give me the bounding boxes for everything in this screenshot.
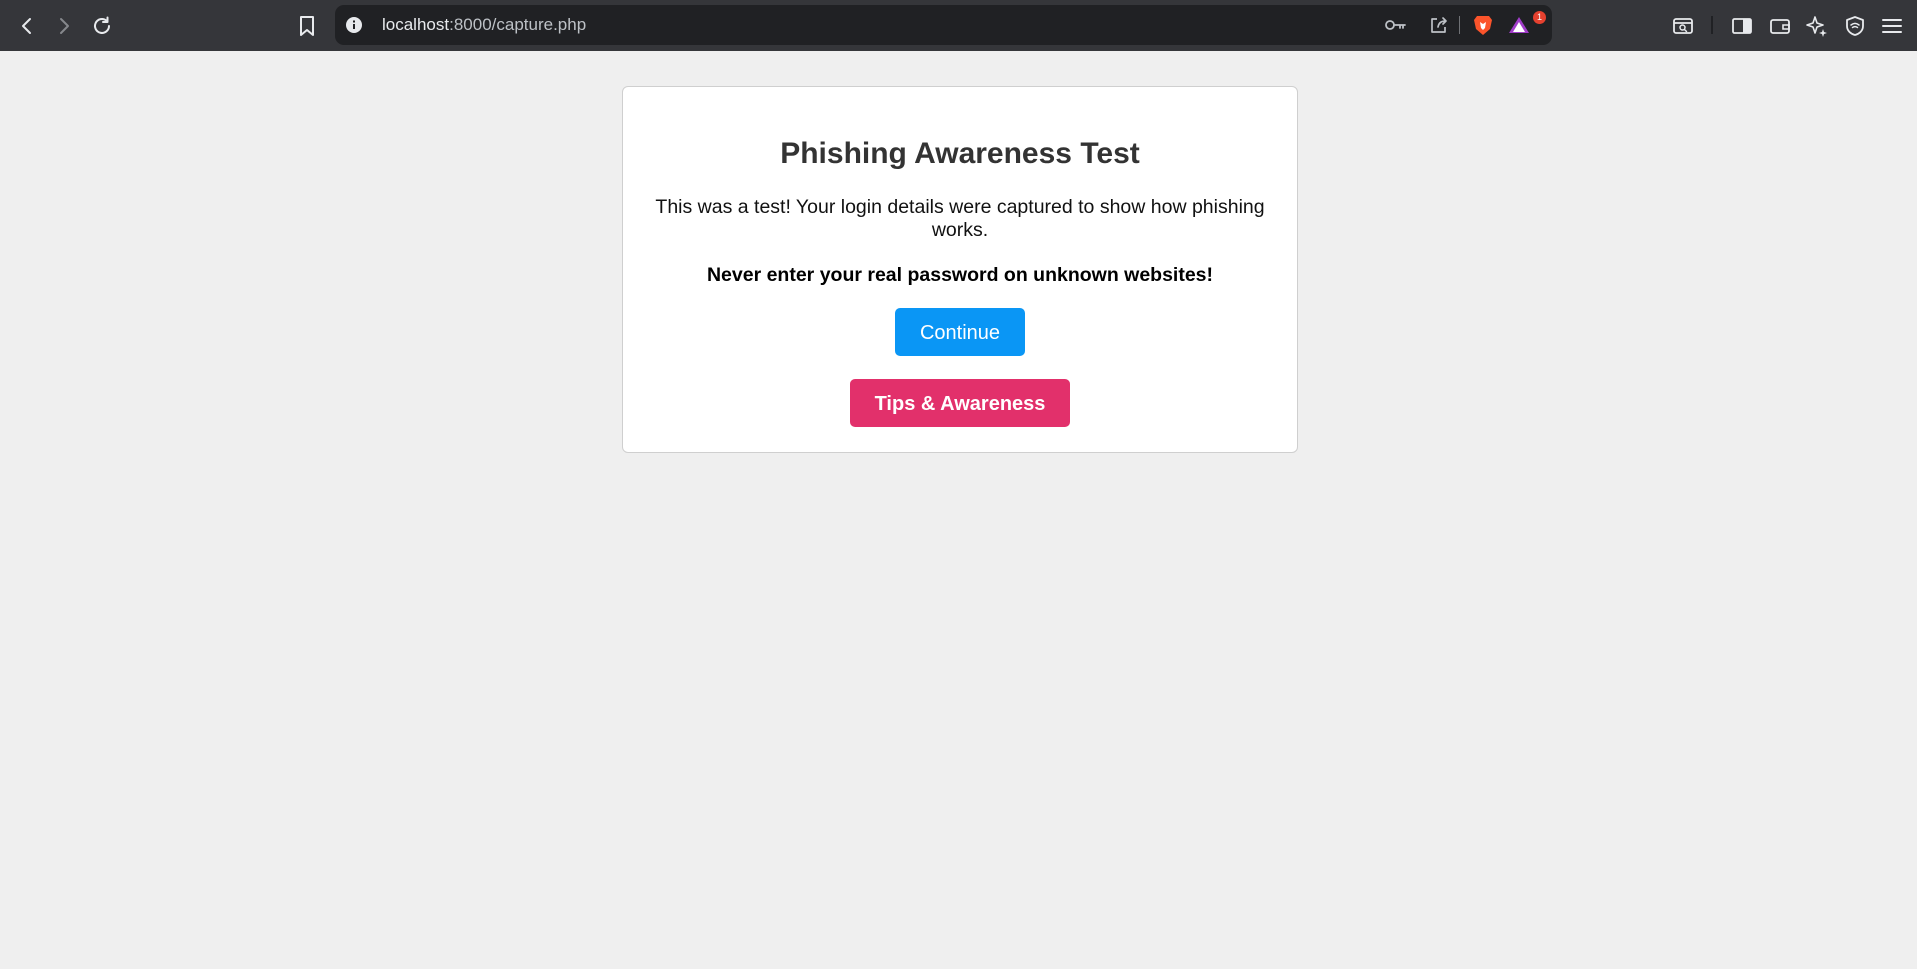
brave-rewards-icon[interactable] [1508, 14, 1530, 36]
toolbar-separator [1711, 16, 1713, 34]
continue-button[interactable]: Continue [895, 308, 1025, 356]
wallet-icon[interactable] [1764, 10, 1796, 42]
reload-icon[interactable] [86, 10, 118, 42]
page-title: Phishing Awareness Test [780, 137, 1140, 170]
tips-awareness-button[interactable]: Tips & Awareness [850, 379, 1070, 427]
tab-search-icon[interactable] [1667, 10, 1699, 42]
address-bar[interactable]: localhost:8000/capture.php [335, 5, 1552, 45]
site-info-icon[interactable] [345, 16, 363, 34]
share-icon[interactable] [1428, 14, 1450, 36]
leo-ai-icon[interactable] [1801, 10, 1833, 42]
url-host: localhost [382, 15, 450, 34]
warning-text: Never enter your real password on unknow… [706, 264, 1214, 286]
brave-shields-icon[interactable] [1472, 14, 1494, 36]
bookmark-icon[interactable] [291, 10, 323, 42]
address-bar-separator [1459, 16, 1460, 34]
password-key-icon[interactable] [1385, 14, 1407, 36]
result-card: Phishing Awareness Test This was a test!… [622, 86, 1298, 453]
url-path: :8000/capture.php [449, 15, 587, 34]
notification-badge: 1 [1533, 11, 1546, 24]
sidebar-icon[interactable] [1726, 10, 1758, 42]
vpn-shield-icon[interactable] [1839, 10, 1871, 42]
forward-arrow-icon[interactable] [48, 10, 80, 42]
result-message: This was a test! Your login details were… [655, 196, 1265, 241]
url-text[interactable]: localhost:8000/capture.php [382, 5, 586, 45]
browser-toolbar: localhost:8000/capture.php 1 [0, 0, 1917, 51]
back-arrow-icon[interactable] [11, 10, 43, 42]
hamburger-menu-icon[interactable] [1876, 10, 1908, 42]
